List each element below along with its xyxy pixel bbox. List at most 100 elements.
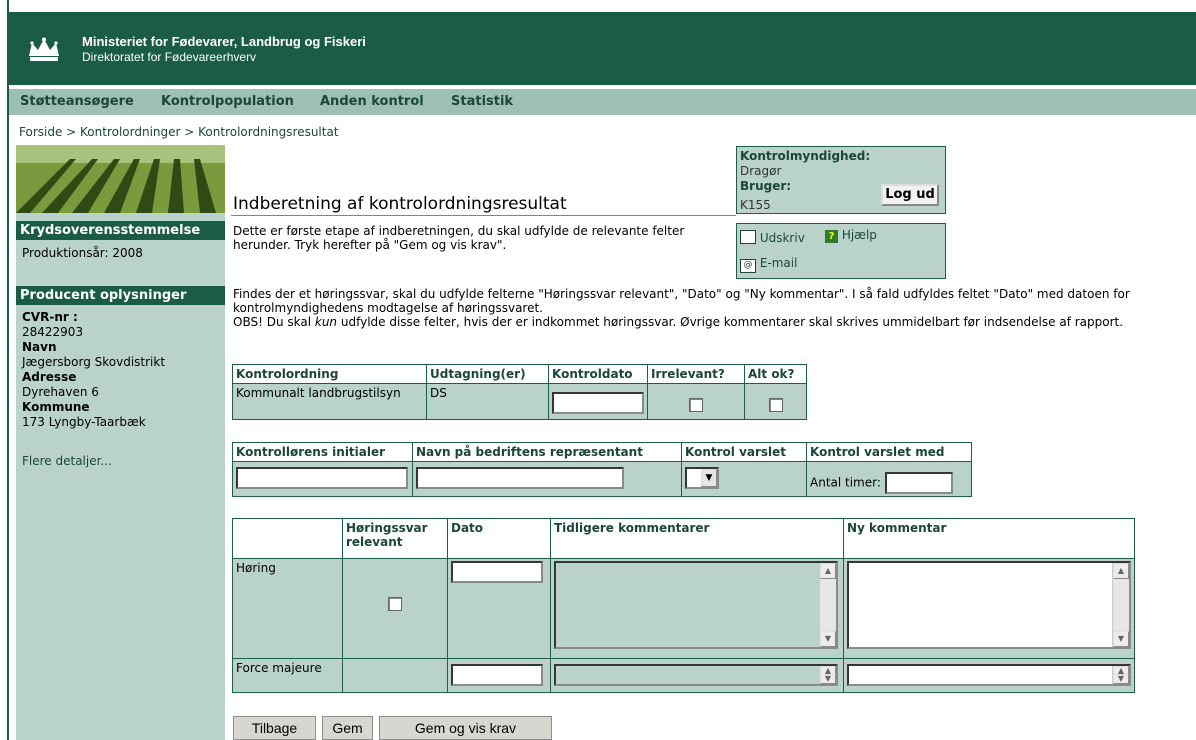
- help-link[interactable]: ? Hjælp: [825, 228, 877, 243]
- user-label: Bruger:: [740, 179, 792, 193]
- force-majeure-previous-textarea[interactable]: ▲ ▼: [554, 664, 838, 686]
- email-label: E-mail: [759, 256, 798, 270]
- authority-label: Kontrolmyndighed:: [740, 149, 871, 163]
- initials-input[interactable]: [236, 467, 408, 489]
- cell-udtagning: DS: [426, 383, 549, 420]
- force-majeure-date-input[interactable]: [451, 664, 543, 686]
- hours-label: Antal timer:: [810, 475, 881, 490]
- production-year: Produktionsår: 2008: [22, 246, 143, 260]
- ministry-title: Ministeriet for Fødevarer, Landbrug og F…: [82, 34, 366, 49]
- col-tidligere-kommentarer: Tidligere kommentarer: [550, 518, 844, 559]
- col-udtagning: Udtagning(er): [426, 364, 549, 384]
- inspector-table: Kontrollørens initialer Navn på bedrifte…: [232, 442, 972, 497]
- print-label: Udskriv: [759, 231, 805, 245]
- hours-input[interactable]: [884, 472, 953, 494]
- chevron-down-icon: ▼: [701, 469, 717, 487]
- nav-item-statistik[interactable]: Statistik: [451, 94, 513, 109]
- page-title: Indberetning af kontrolordningsresultat: [233, 194, 567, 214]
- directorate-title: Direktoratet for Fødevareerhverv: [82, 50, 257, 64]
- breadcrumb-current: Kontrolordningsresultat: [198, 125, 339, 139]
- scroll-down-icon[interactable]: ▼: [1113, 631, 1129, 647]
- col-ny-kommentar: Ny kommentar: [843, 518, 1135, 559]
- row-force-majeure-label: Force majeure: [232, 658, 343, 693]
- horing-date-input[interactable]: [451, 561, 543, 583]
- col-initialer: Kontrollørens initialer: [232, 442, 413, 462]
- authority-box: Kontrolmyndighed: Dragør Bruger: K155 Lo…: [736, 146, 946, 214]
- instructions: Findes der et høringssvar, skal du udfyl…: [233, 287, 1133, 329]
- intro-text: Dette er første etape af indberetningen,…: [233, 224, 685, 252]
- breadcrumb-separator: >: [62, 125, 81, 139]
- scroll-up-icon[interactable]: ▲: [1113, 563, 1129, 579]
- breadcrumb: Forside > Kontrolordninger > Kontrolordn…: [19, 125, 339, 139]
- authority-value: Dragør: [740, 164, 782, 178]
- col-blank: [232, 518, 343, 559]
- address-value: Dyrehaven 6: [22, 385, 99, 399]
- nav-item-kontrolpopulation[interactable]: Kontrolpopulation: [161, 94, 294, 109]
- cvr-label: CVR-nr :: [22, 310, 78, 324]
- help-icon: ?: [825, 230, 838, 243]
- section-producent-oplysninger: Producent oplysninger: [16, 286, 225, 305]
- scroll-down-icon[interactable]: ▼: [820, 674, 836, 684]
- municipality-label: Kommune: [22, 400, 90, 414]
- col-kontroldato: Kontroldato: [548, 364, 648, 384]
- print-link[interactable]: Udskriv: [740, 230, 805, 245]
- title-divider: [231, 215, 736, 216]
- logout-button[interactable]: Log ud: [881, 184, 939, 206]
- varslet-select[interactable]: ▼: [685, 467, 719, 489]
- horingssvar-relevant-checkbox[interactable]: [388, 597, 402, 611]
- control-table: Kontrolordning Udtagning(er) Kontroldato…: [232, 364, 807, 420]
- scrollbar[interactable]: ▲ ▼: [819, 563, 836, 647]
- name-label: Navn: [22, 340, 57, 354]
- representative-input[interactable]: [416, 467, 624, 489]
- crop-field-image: [16, 145, 225, 213]
- col-irrelevant: Irrelevant?: [647, 364, 745, 384]
- save-button[interactable]: Gem: [322, 716, 373, 740]
- municipality-value: 173 Lyngby-Taarbæk: [22, 415, 146, 429]
- irrelevant-checkbox[interactable]: [689, 398, 703, 412]
- more-details-link[interactable]: Flere detaljer...: [22, 454, 112, 469]
- email-icon: @: [740, 259, 756, 273]
- col-horingssvar-relevant: Høringssvar relevant: [342, 518, 448, 559]
- col-alt-ok: Alt ok?: [744, 364, 807, 384]
- crown-logo-icon: [26, 37, 62, 66]
- para2-pre: OBS! Du skal: [233, 315, 315, 329]
- nav-item-anden-kontrol[interactable]: Anden kontrol: [320, 94, 424, 109]
- scrollbar[interactable]: ▲ ▼: [1112, 666, 1129, 684]
- instructions-para1: Findes der et høringssvar, skal du udfyl…: [233, 287, 1130, 315]
- ministry-name: Ministeriet for Fødevarer, Landbrug og F…: [82, 34, 366, 64]
- breadcrumb-home[interactable]: Forside: [19, 125, 62, 139]
- new-comment-textarea[interactable]: ▲ ▼: [847, 561, 1131, 649]
- scrollbar[interactable]: ▲ ▼: [819, 666, 836, 684]
- save-and-show-button[interactable]: Gem og vis krav: [379, 716, 552, 740]
- cell-ordning: Kommunalt landbrugstilsyn: [232, 383, 427, 420]
- col-dato: Dato: [447, 518, 551, 559]
- cvr-value: 28422903: [22, 325, 84, 339]
- scrollbar[interactable]: ▲ ▼: [1112, 563, 1129, 647]
- user-value: K155: [740, 198, 771, 212]
- email-link[interactable]: @ E-mail: [740, 256, 797, 273]
- scroll-down-icon[interactable]: ▼: [1113, 674, 1129, 684]
- nav-item-stotteansogere[interactable]: Støtteansøgere: [20, 94, 134, 109]
- scroll-down-icon[interactable]: ▼: [820, 631, 836, 647]
- producer-details: CVR-nr : 28422903 Navn Jægersborg Skovdi…: [22, 310, 165, 430]
- para2-post: udfylde disse felter, hvis der er indkom…: [337, 315, 1124, 329]
- tools-box: Udskriv ? Hjælp @ E-mail: [736, 223, 946, 279]
- address-label: Adresse: [22, 370, 77, 384]
- help-label: Hjælp: [841, 228, 877, 242]
- col-repraesentant: Navn på bedriftens repræsentant: [412, 442, 682, 462]
- force-majeure-new-textarea[interactable]: ▲ ▼: [847, 664, 1131, 686]
- para2-em: kun: [314, 315, 338, 329]
- breadcrumb-separator: >: [180, 125, 199, 139]
- previous-comments-textarea[interactable]: ▲ ▼: [554, 561, 838, 649]
- back-button[interactable]: Tilbage: [233, 716, 316, 740]
- alt-ok-checkbox[interactable]: [768, 398, 783, 412]
- scroll-up-icon[interactable]: ▲: [820, 563, 836, 579]
- kontroldato-input[interactable]: [552, 392, 644, 414]
- name-value: Jægersborg Skovdistrikt: [22, 355, 166, 369]
- row-horing-label: Høring: [232, 558, 343, 659]
- breadcrumb-kontrolordninger[interactable]: Kontrolordninger: [80, 125, 180, 139]
- printer-icon: [740, 230, 756, 244]
- col-kontrolordning: Kontrolordning: [232, 364, 427, 384]
- col-varslet-med: Kontrol varslet med: [806, 442, 972, 462]
- hearing-table: Høringssvar relevant Dato Tidligere komm…: [232, 518, 1135, 693]
